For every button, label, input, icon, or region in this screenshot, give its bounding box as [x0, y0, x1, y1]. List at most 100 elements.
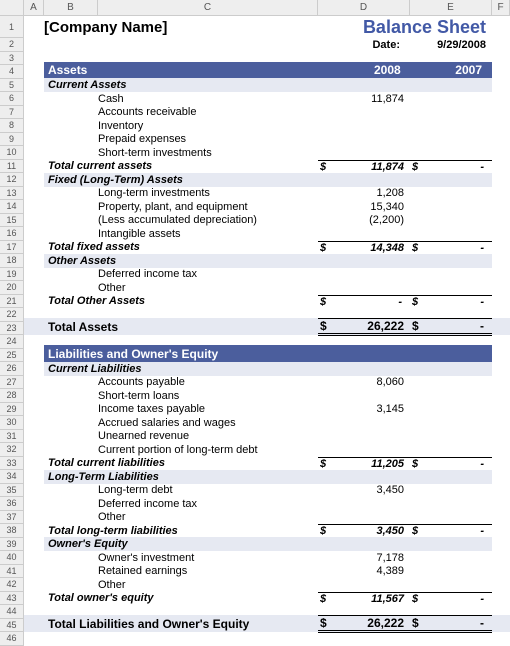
row-header[interactable]: 36: [0, 497, 23, 511]
line-item[interactable]: Long-term debt3,450: [24, 484, 510, 498]
year-prior: 2007: [411, 63, 492, 77]
line-item[interactable]: Accounts receivable: [24, 106, 510, 120]
line-item[interactable]: Property, plant, and equipment15,340: [24, 200, 510, 214]
total-liab-equity: Total Liabilities and Owner's Equity $26…: [24, 615, 510, 632]
longterm-liabilities-header: Long-Term Liabilities: [24, 470, 510, 484]
item-label: Short-term loans: [98, 390, 318, 402]
col-header-c[interactable]: C: [98, 0, 318, 15]
company-name[interactable]: [Company Name]: [44, 19, 318, 36]
row-header[interactable]: 35: [0, 484, 23, 498]
line-item[interactable]: Retained earnings4,389: [24, 565, 510, 579]
row-header[interactable]: 22: [0, 308, 23, 322]
row-header[interactable]: 39: [0, 538, 23, 552]
row-header[interactable]: 11: [0, 160, 23, 174]
row-header[interactable]: 38: [0, 524, 23, 538]
total-longterm-liabilities: Total long-term liabilities $3,450 $-: [24, 524, 510, 538]
row-header[interactable]: 28: [0, 389, 23, 403]
row-header[interactable]: 33: [0, 457, 23, 471]
line-item[interactable]: Deferred income tax: [24, 497, 510, 511]
row-header[interactable]: 16: [0, 227, 23, 241]
row-header[interactable]: 9: [0, 133, 23, 147]
item-label: Long-term debt: [98, 484, 318, 496]
row-header[interactable]: 42: [0, 578, 23, 592]
row-header[interactable]: 37: [0, 511, 23, 525]
line-item[interactable]: Cash11,874: [24, 92, 510, 106]
line-item[interactable]: Accrued salaries and wages: [24, 416, 510, 430]
col-header-d[interactable]: D: [318, 0, 410, 15]
col-header-b[interactable]: B: [44, 0, 98, 15]
line-item[interactable]: Intangible assets: [24, 227, 510, 241]
row-header[interactable]: 21: [0, 295, 23, 309]
row-header[interactable]: 24: [0, 335, 23, 349]
row-header[interactable]: 34: [0, 470, 23, 484]
row-header[interactable]: 45: [0, 619, 23, 633]
item-value-2008[interactable]: (2,200): [318, 214, 410, 226]
line-item[interactable]: Current portion of long-term debt: [24, 443, 510, 457]
row-header[interactable]: 2: [0, 38, 23, 52]
line-item[interactable]: (Less accumulated depreciation)(2,200): [24, 214, 510, 228]
item-value-2008[interactable]: 15,340: [318, 201, 410, 213]
item-value-2008[interactable]: 11,874: [318, 93, 410, 105]
line-item[interactable]: Unearned revenue: [24, 430, 510, 444]
row-header[interactable]: 14: [0, 200, 23, 214]
col-header-a[interactable]: A: [24, 0, 44, 15]
row-header[interactable]: 40: [0, 551, 23, 565]
item-label: Owner's investment: [98, 552, 318, 564]
row-header[interactable]: 31: [0, 430, 23, 444]
row-header[interactable]: 17: [0, 241, 23, 255]
row-header[interactable]: 44: [0, 605, 23, 619]
row-header[interactable]: 10: [0, 146, 23, 160]
row-header[interactable]: 15: [0, 214, 23, 228]
line-item[interactable]: Short-term investments: [24, 146, 510, 160]
item-label: Accounts payable: [98, 376, 318, 388]
row-header[interactable]: 5: [0, 79, 23, 93]
row-header[interactable]: 13: [0, 187, 23, 201]
row-header[interactable]: 12: [0, 173, 23, 187]
line-item[interactable]: Deferred income tax: [24, 268, 510, 282]
row-header[interactable]: 3: [0, 52, 23, 66]
row-header[interactable]: 20: [0, 281, 23, 295]
line-item[interactable]: Other: [24, 578, 510, 592]
item-value-2008[interactable]: 7,178: [318, 552, 410, 564]
row-header[interactable]: 32: [0, 443, 23, 457]
column-headers: A B C D E F: [0, 0, 510, 16]
line-item[interactable]: Owner's investment7,178: [24, 551, 510, 565]
year-current: 2008: [319, 63, 410, 77]
line-item[interactable]: Prepaid expenses: [24, 133, 510, 147]
line-item[interactable]: Short-term loans: [24, 389, 510, 403]
row-header[interactable]: 8: [0, 119, 23, 133]
row-header[interactable]: 6: [0, 92, 23, 106]
date-value[interactable]: 9/29/2008: [410, 39, 492, 51]
owners-equity-header: Owner's Equity: [24, 538, 510, 552]
row-header[interactable]: 23: [0, 322, 23, 336]
row-header[interactable]: 46: [0, 632, 23, 646]
row-header[interactable]: 7: [0, 106, 23, 120]
line-item[interactable]: Long-term investments1,208: [24, 187, 510, 201]
item-value-2008[interactable]: 4,389: [318, 565, 410, 577]
item-value-2008[interactable]: 1,208: [318, 187, 410, 199]
row-header[interactable]: 43: [0, 592, 23, 606]
item-label: Deferred income tax: [98, 268, 318, 280]
row-header[interactable]: 26: [0, 362, 23, 376]
line-item[interactable]: Other: [24, 511, 510, 525]
row-header[interactable]: 19: [0, 268, 23, 282]
item-value-2008[interactable]: 8,060: [318, 376, 410, 388]
row-header[interactable]: 29: [0, 403, 23, 417]
col-header-e[interactable]: E: [410, 0, 492, 15]
line-item[interactable]: Inventory: [24, 119, 510, 133]
item-value-2008[interactable]: 3,145: [318, 403, 410, 415]
row-header[interactable]: 41: [0, 565, 23, 579]
row-header[interactable]: 30: [0, 416, 23, 430]
row-header[interactable]: 25: [0, 349, 23, 363]
line-item[interactable]: Other: [24, 281, 510, 295]
line-item[interactable]: Income taxes payable3,145: [24, 403, 510, 417]
item-value-2008[interactable]: 3,450: [318, 484, 410, 496]
row-header[interactable]: 27: [0, 376, 23, 390]
row-header[interactable]: 18: [0, 254, 23, 268]
col-header-f[interactable]: F: [492, 0, 510, 15]
corner-cell[interactable]: [0, 0, 24, 15]
row-header[interactable]: 4: [0, 65, 23, 79]
row-header[interactable]: 1: [0, 16, 23, 38]
line-item[interactable]: Accounts payable8,060: [24, 376, 510, 390]
item-label: Accrued salaries and wages: [98, 417, 318, 429]
